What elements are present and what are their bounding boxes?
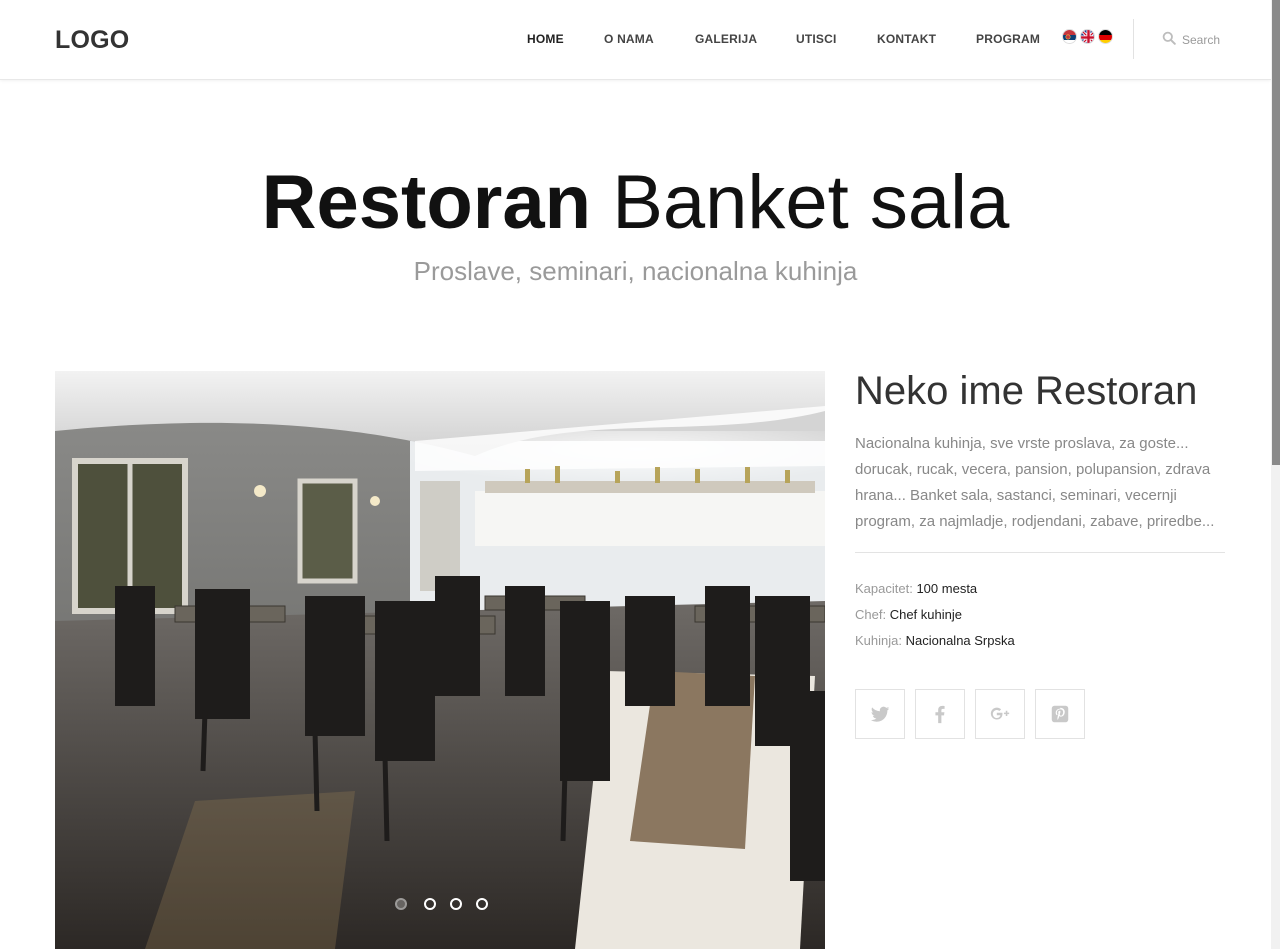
pinterest-icon — [1051, 705, 1069, 723]
meta-cuisine: Kuhinja: Nacionalna Srpska — [855, 628, 1225, 654]
restaurant-interior-photo — [55, 371, 825, 949]
meta-label: Chef: — [855, 607, 887, 622]
slider-dot[interactable] — [476, 898, 488, 910]
uk-flag-icon[interactable] — [1080, 29, 1095, 44]
meta-value: Nacionalna Srpska — [905, 633, 1015, 648]
meta-value: 100 mesta — [916, 581, 978, 596]
nav-item-utisci[interactable]: UTISCI — [796, 32, 837, 46]
pinterest-button[interactable] — [1035, 689, 1085, 739]
scrollbar-thumb[interactable] — [1272, 0, 1280, 465]
page-title: Restoran Banket sala — [0, 158, 1271, 248]
meta-chef: Chef: Chef kuhinje — [855, 602, 1225, 628]
search-icon[interactable] — [1162, 31, 1176, 45]
image-slider[interactable] — [55, 371, 825, 949]
site-logo[interactable]: LOGO — [55, 26, 129, 55]
twitter-icon — [870, 706, 890, 722]
restaurant-meta: Kapacitet: 100 mesta Chef: Chef kuhinje … — [855, 576, 1225, 654]
nav-item-home[interactable]: HOME — [527, 32, 564, 46]
facebook-icon — [935, 705, 945, 724]
page-subtitle: Proslave, seminari, nacionalna kuhinja — [413, 256, 858, 286]
search-box — [1162, 30, 1252, 50]
restaurant-name: Neko ime Restoran — [855, 369, 1198, 413]
page-title-light: Banket sala — [612, 160, 1010, 245]
details-divider — [855, 552, 1225, 553]
slider-dot[interactable] — [450, 898, 462, 910]
facebook-button[interactable] — [915, 689, 965, 739]
meta-capacity: Kapacitet: 100 mesta — [855, 576, 1225, 602]
page-title-bold: Restoran — [261, 160, 592, 245]
nav-item-galerija[interactable]: GALERIJA — [695, 32, 757, 46]
slider-dot[interactable] — [424, 898, 436, 910]
german-flag-icon[interactable] — [1098, 29, 1113, 44]
slider-dot[interactable] — [395, 898, 407, 910]
site-header: LOGO HOME O NAMA GALERIJA UTISCI KONTAKT… — [0, 0, 1271, 80]
restaurant-details: Neko ime Restoran Nacionalna kuhinja, sv… — [855, 368, 1225, 654]
nav-item-o-nama[interactable]: O NAMA — [604, 32, 654, 46]
header-divider — [1133, 19, 1134, 59]
meta-label: Kuhinja: — [855, 633, 902, 648]
search-input[interactable] — [1182, 31, 1252, 49]
serbian-flag-icon[interactable] — [1062, 29, 1077, 44]
google-plus-icon — [990, 707, 1010, 720]
restaurant-description: Nacionalna kuhinja, sve vrste proslava, … — [855, 435, 1215, 530]
meta-label: Kapacitet: — [855, 581, 913, 596]
nav-item-program[interactable]: PROGRAM — [976, 32, 1040, 46]
google-plus-button[interactable] — [975, 689, 1025, 739]
nav-item-kontakt[interactable]: KONTAKT — [877, 32, 936, 46]
meta-value: Chef kuhinje — [889, 607, 962, 622]
twitter-button[interactable] — [855, 689, 905, 739]
